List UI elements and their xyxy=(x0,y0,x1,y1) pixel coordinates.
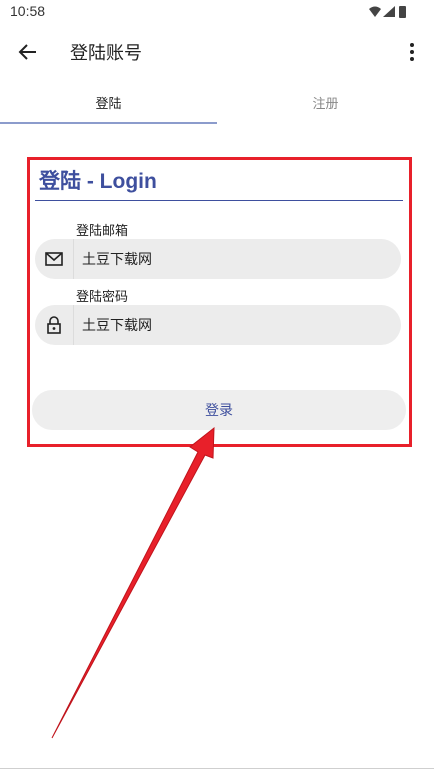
form-title: 登陆 - Login xyxy=(39,170,157,193)
status-bar: 10:58 xyxy=(0,0,434,24)
login-button[interactable]: 登录 xyxy=(32,390,406,430)
status-icons xyxy=(369,6,406,18)
login-form-card: 登陆 - Login 登陆邮箱 土豆下载网 登陆密码 土豆下载网 登录 xyxy=(27,157,412,447)
email-value: 土豆下载网 xyxy=(82,252,152,268)
email-field[interactable]: 土豆下载网 xyxy=(35,239,401,279)
tab-bar: 登陆 注册 xyxy=(0,80,434,124)
mail-icon xyxy=(45,252,63,266)
more-vert-icon xyxy=(410,43,414,61)
status-time: 10:58 xyxy=(10,3,46,19)
battery-icon xyxy=(399,6,406,18)
lock-icon xyxy=(47,316,61,334)
tab-login[interactable]: 登陆 xyxy=(0,80,217,124)
tab-indicator xyxy=(0,122,217,124)
password-label: 登陆密码 xyxy=(76,290,129,305)
back-button[interactable] xyxy=(12,36,44,68)
password-field[interactable]: 土豆下载网 xyxy=(35,305,401,345)
email-label: 登陆邮箱 xyxy=(76,224,129,239)
app-bar: 登陆账号 xyxy=(0,24,434,80)
wifi-icon xyxy=(369,6,381,17)
signal-icon xyxy=(383,6,395,17)
tab-register[interactable]: 注册 xyxy=(217,80,434,124)
page-title: 登陆账号 xyxy=(70,43,142,64)
arrow-back-icon xyxy=(18,44,36,60)
more-options-button[interactable] xyxy=(402,38,422,66)
bottom-divider xyxy=(0,768,434,769)
password-value: 土豆下载网 xyxy=(82,318,152,334)
title-divider xyxy=(35,200,403,201)
